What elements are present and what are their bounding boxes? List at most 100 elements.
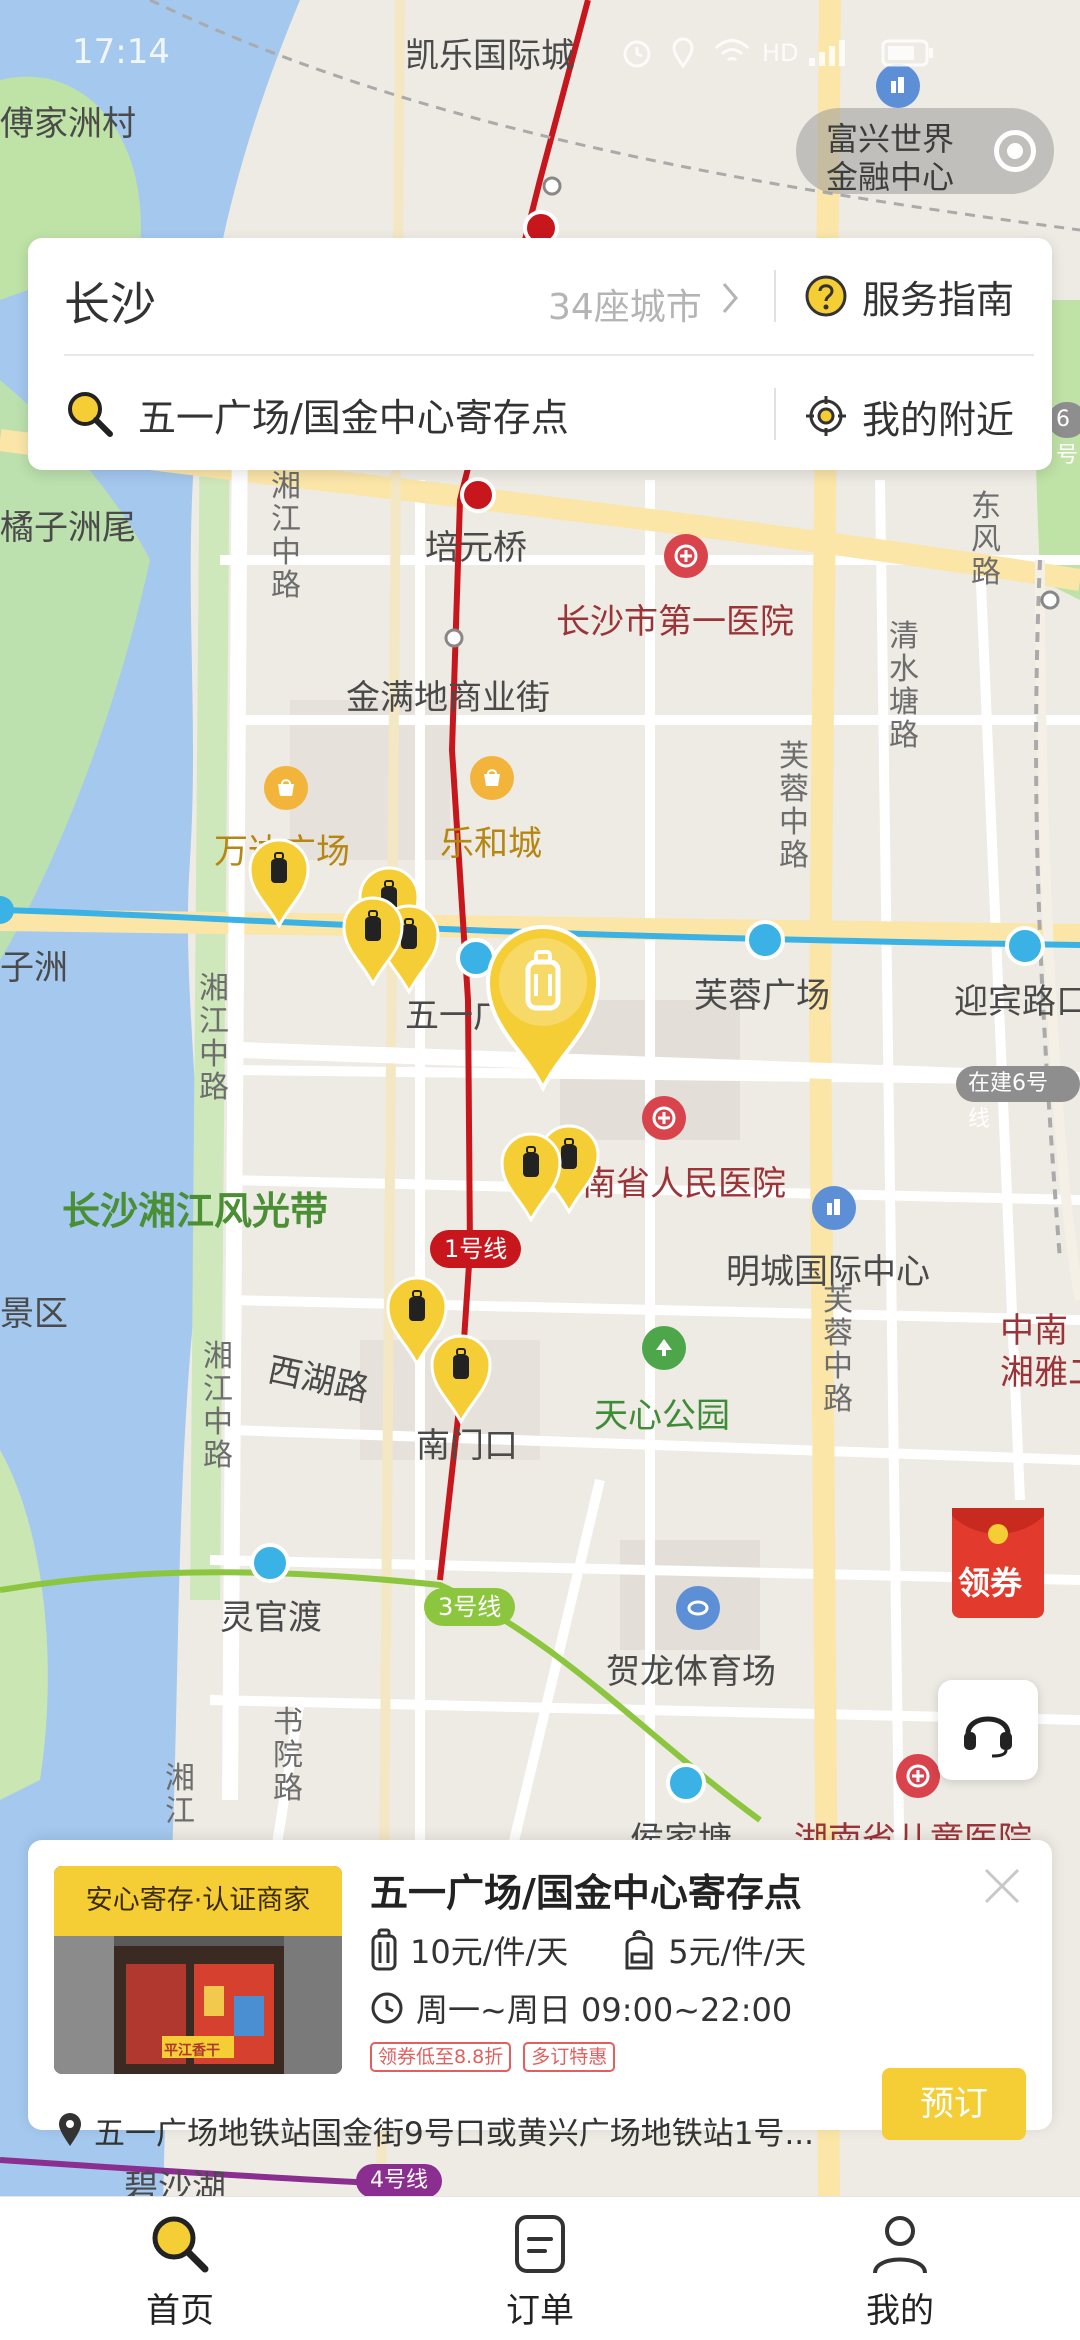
hospital-icon[interactable]	[664, 534, 708, 578]
metro-line1-badge: 1号线	[430, 1230, 522, 1268]
map-label-lehecheng: 乐和城	[440, 824, 542, 864]
road-label-furong-north: 芙蓉中路	[779, 739, 809, 873]
hospital-icon[interactable]	[896, 1754, 940, 1798]
map-label-zizhou: 子洲	[0, 948, 68, 988]
metro-station-marker	[250, 1543, 290, 1583]
metro-station-marker	[745, 920, 785, 960]
storage-pin[interactable]	[500, 1132, 562, 1226]
location-pin-icon	[59, 2113, 81, 2146]
nearby-button[interactable]: 我的附近	[804, 388, 1014, 444]
park-icon[interactable]	[642, 1326, 686, 1370]
map-label-jinmandi: 金满地商业街	[346, 678, 550, 718]
service-guide-button[interactable]: 服务指南	[804, 268, 1014, 324]
storage-pin[interactable]	[248, 838, 310, 932]
locate-icon-dot	[1007, 143, 1023, 159]
nav-item-orders[interactable]: 订单	[360, 2197, 720, 2340]
order-icon	[515, 2215, 565, 2273]
user-icon	[873, 2216, 927, 2274]
opening-hours: 周一~周日 09:00~22:00	[416, 1991, 793, 2029]
hospital-icon[interactable]	[642, 1096, 686, 1140]
status-time: 17:14	[72, 32, 170, 72]
nav-item-home[interactable]: 首页	[0, 2197, 360, 2340]
nav-item-me[interactable]: 我的	[720, 2197, 1080, 2340]
metro-station-marker	[460, 477, 496, 513]
metro-station-marker	[444, 628, 464, 648]
backpack-icon	[625, 1930, 653, 1970]
map-label-yingbin: 迎宾路口	[954, 982, 1080, 1022]
building-icon[interactable]	[812, 1186, 856, 1230]
road-label-xiangjiang-middle: 湘江中路	[199, 971, 229, 1105]
network-type: HD	[762, 39, 799, 67]
divider	[774, 388, 776, 440]
city-selector[interactable]: 长沙	[64, 268, 156, 334]
hours-row: 周一~周日 09:00~22:00	[370, 1984, 792, 2032]
map-label-juzizhou: 橘子洲尾	[0, 508, 136, 548]
wifi-icon	[714, 39, 750, 62]
metro-station-marker	[666, 1763, 706, 1803]
search-query: 五一广场/国金中心寄存点	[138, 395, 569, 440]
map-label-tianxin-park: 天心公园	[594, 1396, 730, 1436]
coupon-button[interactable]: 领券	[948, 1500, 1052, 1624]
certified-badge: 安心寄存·认证商家	[54, 1866, 342, 1936]
coupon-label: 领券	[958, 1564, 1023, 1602]
road-label-qingshuitang: 清水塘路	[889, 619, 919, 753]
headset-icon	[964, 1716, 1012, 1758]
promo-tag: 多订特惠	[523, 2042, 616, 2072]
store-address: 五一广场地铁站国金街9号口或黄兴广场地铁站1号...	[94, 2115, 815, 2152]
shop-sign: 平江香干	[164, 2043, 220, 2059]
help-icon	[805, 275, 847, 317]
nav-label-orders: 订单	[506, 2291, 574, 2331]
road-label-shuyuan: 书院路	[273, 1705, 303, 1806]
road-label-dongfeng: 东风路	[971, 489, 1001, 590]
search-icon	[68, 392, 113, 437]
road-label-xiangjiang-bottom: 湘江	[165, 1761, 195, 1829]
metro-line6-top-badge: 6号	[1048, 402, 1080, 468]
stadium-icon[interactable]	[676, 1586, 720, 1630]
divider	[774, 270, 776, 322]
luggage-icon	[371, 1928, 397, 1971]
search-input[interactable]: 五一广场/国金中心寄存点	[64, 378, 569, 450]
status-icons: HD	[620, 36, 935, 70]
price-row: 10元/件/天 5元/件/天	[370, 1926, 860, 1974]
mall-icon[interactable]	[264, 766, 308, 810]
metro-station-marker	[1005, 926, 1045, 966]
road-label-furong-south: 芙蓉中路	[823, 1283, 853, 1417]
book-button[interactable]: 预订	[882, 2068, 1026, 2140]
promo-tag: 领券低至8.8折	[370, 2042, 512, 2072]
storage-pin[interactable]	[342, 896, 404, 990]
metro-line4-badge: 4号线	[356, 2164, 442, 2198]
address-row[interactable]: 五一广场地铁站国金街9号口或黄兴广场地铁站1号...	[56, 2102, 876, 2158]
selected-storage-pin[interactable]	[484, 922, 602, 1096]
customer-service-button[interactable]	[938, 1680, 1038, 1780]
nav-label-home: 首页	[146, 2291, 214, 2331]
nearby-label: 我的附近	[862, 397, 1015, 442]
building-icon[interactable]	[876, 64, 920, 108]
store-title: 五一广场/国金中心寄存点	[370, 1871, 802, 1915]
bag-price: 5元/件/天	[668, 1933, 807, 1971]
map-label-hospital2: 南省人民医院	[582, 1164, 786, 1204]
divider	[64, 354, 1034, 356]
road-label-xiangjiang-south: 湘江中路	[203, 1339, 233, 1473]
mall-icon[interactable]	[470, 756, 514, 800]
map-label-fuxing: 富兴世界 金融中心	[826, 120, 955, 196]
map-label-hospital1: 长沙市第一医院	[556, 602, 794, 642]
map-label-xiangjiang-belt: 长沙湘江风光带	[62, 1189, 329, 1233]
service-guide-label: 服务指南	[862, 277, 1015, 322]
nav-label-me: 我的	[866, 2291, 934, 2331]
promo-tags: 领券低至8.8折 多订特惠	[370, 2042, 627, 2072]
map-label-xiangya: 中南 湘雅二	[1000, 1311, 1080, 1393]
location-icon	[672, 37, 694, 69]
map-label-fujiazhou: 傅家洲村	[0, 104, 136, 144]
map-label-kaile: 凯乐国际城	[405, 36, 575, 76]
metro-line3-badge: 3号线	[424, 1588, 516, 1626]
map-label-furong-square: 芙蓉广场	[694, 976, 830, 1016]
store-photo[interactable]: 平江香干 安心寄存·认证商家	[54, 1866, 342, 2074]
map-label-jingqu: 景区	[0, 1294, 68, 1334]
close-icon[interactable]	[982, 1866, 1022, 1906]
alarm-icon	[623, 40, 651, 68]
search-card: 长沙 34座城市 服务指南 五一广场/国金中心寄存点 我的附近	[28, 238, 1052, 470]
chevron-right-icon[interactable]	[720, 278, 742, 327]
storage-pin[interactable]	[430, 1334, 492, 1428]
city-count-link[interactable]: 34座城市	[548, 278, 702, 330]
clock-icon	[371, 1992, 403, 2024]
